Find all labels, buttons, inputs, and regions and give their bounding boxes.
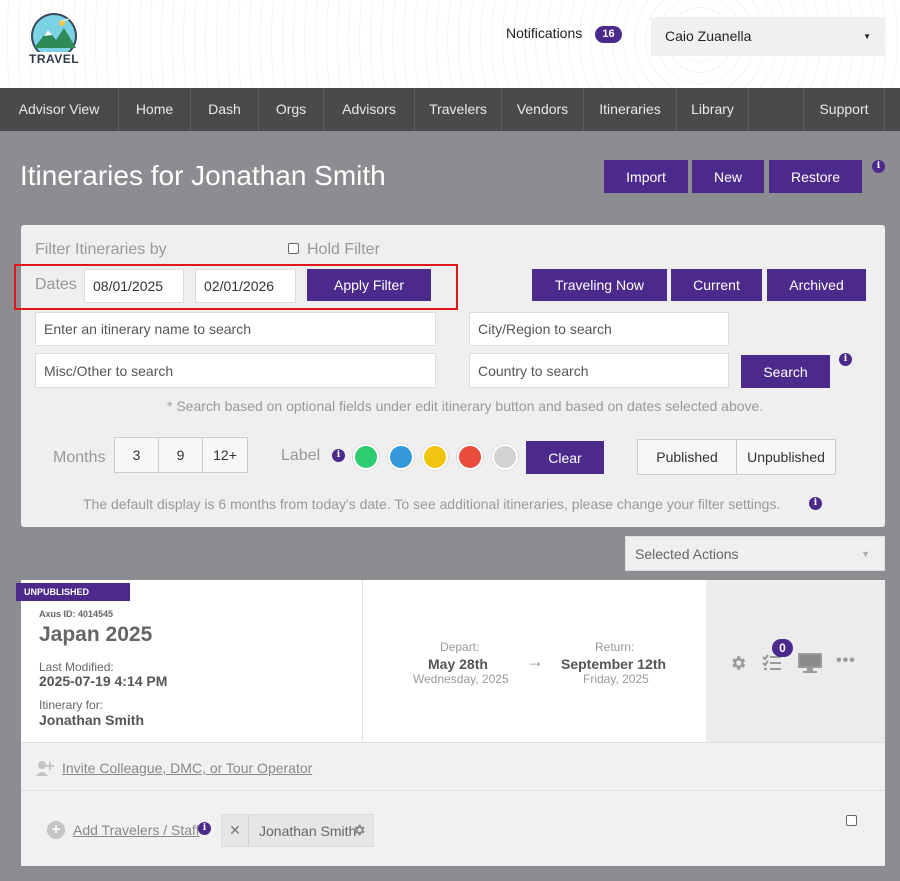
checklist-count-badge: 0 bbox=[772, 639, 793, 657]
label-grey-swatch[interactable] bbox=[492, 444, 518, 470]
selected-actions-label: Selected Actions bbox=[635, 546, 739, 562]
traveler-chip-name: Jonathan Smith bbox=[259, 823, 357, 839]
itinerary-name[interactable]: Japan 2025 bbox=[39, 623, 152, 647]
hold-filter-label: Hold Filter bbox=[307, 241, 380, 258]
label-blue-swatch[interactable] bbox=[388, 444, 414, 470]
chevron-down-icon: ▼ bbox=[863, 32, 871, 41]
label-info-icon[interactable]: i bbox=[332, 449, 345, 462]
axus-id: Axus ID: 4014545 bbox=[39, 609, 114, 619]
default-note-info-icon[interactable]: i bbox=[809, 497, 822, 510]
nav-itineraries[interactable]: Itineraries bbox=[584, 88, 677, 131]
restore-button[interactable]: Restore bbox=[769, 160, 862, 193]
label-label: Label bbox=[281, 447, 321, 464]
logo-text: TRAVEL bbox=[29, 52, 80, 66]
invite-colleague-link[interactable]: Invite Colleague, DMC, or Tour Operator bbox=[62, 760, 312, 776]
nav-library[interactable]: Library bbox=[677, 88, 749, 131]
depart-date: May 28th bbox=[428, 656, 488, 672]
nav-advisors[interactable]: Advisors bbox=[324, 88, 415, 131]
add-travelers-info-icon[interactable]: i bbox=[198, 822, 211, 835]
current-button[interactable]: Current bbox=[671, 269, 762, 301]
itinerary-name-search-input[interactable]: Enter an itinerary name to search bbox=[35, 312, 436, 346]
months-3-button[interactable]: 3 bbox=[114, 437, 159, 473]
city-search-input[interactable]: City/Region to search bbox=[469, 312, 729, 346]
more-options-icon[interactable]: ••• bbox=[836, 652, 856, 670]
info-icon[interactable]: i bbox=[872, 160, 885, 173]
new-button[interactable]: New bbox=[692, 160, 764, 193]
notifications-link[interactable]: Notifications bbox=[506, 25, 582, 41]
last-modified-label: Last Modified: bbox=[39, 660, 114, 674]
return-day: Friday, 2025 bbox=[583, 672, 649, 686]
hold-filter-checkbox[interactable] bbox=[288, 243, 299, 254]
misc-search-input[interactable]: Misc/Other to search bbox=[35, 353, 436, 388]
label-green-swatch[interactable] bbox=[353, 444, 379, 470]
months-9-button[interactable]: 9 bbox=[158, 437, 203, 473]
nav-dash[interactable]: Dash bbox=[191, 88, 259, 131]
unpublished-button[interactable]: Unpublished bbox=[736, 439, 836, 475]
nav-travelers[interactable]: Travelers bbox=[415, 88, 502, 131]
header: TRAVEL Notifications 16 Caio Zuanella ▼ bbox=[0, 0, 900, 88]
selected-actions-dropdown[interactable]: Selected Actions ▼ bbox=[625, 536, 885, 571]
return-date: September 12th bbox=[561, 656, 667, 672]
depart-label: Depart: bbox=[440, 640, 480, 654]
traveling-now-button[interactable]: Traveling Now bbox=[532, 269, 667, 301]
default-display-note: The default display is 6 months from tod… bbox=[83, 496, 781, 512]
published-button[interactable]: Published bbox=[637, 439, 737, 475]
nav-advisor-view[interactable]: Advisor View bbox=[0, 88, 119, 131]
months-label: Months bbox=[53, 449, 106, 466]
travel-logo[interactable]: TRAVEL bbox=[24, 10, 84, 70]
return-label: Return: bbox=[595, 640, 635, 654]
remove-traveler-icon[interactable]: ✕ bbox=[222, 815, 249, 846]
search-info-icon[interactable]: i bbox=[839, 353, 852, 366]
user-dropdown[interactable]: Caio Zuanella ▼ bbox=[651, 17, 885, 56]
archived-button[interactable]: Archived bbox=[767, 269, 866, 301]
itinerary-for-label: Itinerary for: bbox=[39, 698, 104, 712]
filter-heading: Filter Itineraries by bbox=[35, 241, 167, 258]
country-search-input[interactable]: Country to search bbox=[469, 353, 729, 388]
label-yellow-swatch[interactable] bbox=[422, 444, 448, 470]
traveler-settings-gear-icon[interactable] bbox=[352, 823, 366, 837]
chevron-down-icon: ▼ bbox=[861, 549, 870, 559]
nav-orgs[interactable]: Orgs bbox=[259, 88, 324, 131]
status-badge: UNPUBLISHED bbox=[16, 583, 130, 601]
search-button[interactable]: Search bbox=[741, 355, 830, 388]
notifications-count-badge[interactable]: 16 bbox=[595, 26, 622, 43]
itinerary-for-name: Jonathan Smith bbox=[39, 712, 145, 728]
nav-home[interactable]: Home bbox=[119, 88, 191, 131]
gear-icon[interactable] bbox=[729, 654, 747, 672]
page-title: Itineraries for Jonathan Smith bbox=[20, 160, 386, 191]
arrow-right-icon: → bbox=[526, 651, 544, 671]
add-user-icon bbox=[36, 760, 54, 776]
import-button[interactable]: Import bbox=[604, 160, 688, 193]
user-name: Caio Zuanella bbox=[665, 28, 752, 44]
add-travelers-link[interactable]: Add Travelers / Staff bbox=[73, 822, 200, 838]
last-modified-value: 2025-07-19 4:14 PM bbox=[39, 673, 168, 689]
clear-button[interactable]: Clear bbox=[526, 441, 604, 474]
months-12plus-button[interactable]: 12+ bbox=[202, 437, 248, 473]
add-circle-icon[interactable]: + bbox=[47, 821, 65, 839]
select-itinerary-checkbox[interactable] bbox=[846, 815, 857, 826]
main-nav: Advisor View Home Dash Orgs Advisors Tra… bbox=[0, 88, 900, 131]
nav-support[interactable]: Support bbox=[803, 88, 885, 131]
nav-vendors[interactable]: Vendors bbox=[502, 88, 584, 131]
depart-day: Wednesday, 2025 bbox=[413, 672, 509, 686]
traveler-chip: ✕ Jonathan Smith bbox=[221, 814, 374, 847]
monitor-icon[interactable] bbox=[797, 652, 823, 674]
search-hint: * Search based on optional fields under … bbox=[167, 398, 764, 414]
label-red-swatch[interactable] bbox=[457, 444, 483, 470]
highlight-box bbox=[14, 264, 458, 310]
